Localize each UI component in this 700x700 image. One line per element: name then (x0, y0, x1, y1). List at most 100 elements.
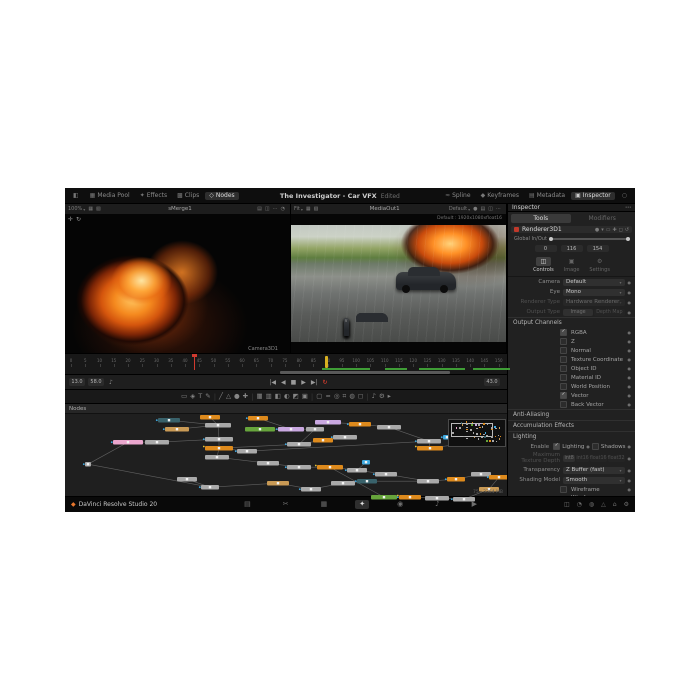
node-tool-icon[interactable]: ◈ (190, 393, 195, 400)
transport-button[interactable]: ▶| (311, 379, 318, 386)
node-color-chip[interactable] (514, 227, 519, 232)
checkbox[interactable] (560, 365, 567, 372)
section-lighting[interactable]: ∨Lighting (508, 431, 635, 442)
notifications-button[interactable]: ○ (618, 192, 631, 200)
segment-option[interactable]: Image (563, 309, 593, 316)
node-tool-icon[interactable]: ▢ (316, 393, 322, 400)
transport-button[interactable]: |◀ (269, 379, 276, 386)
viewer-icon[interactable]: ▦ (306, 206, 311, 212)
viewer-icon[interactable]: ▦ (88, 206, 93, 212)
keyframe-dot[interactable]: ● (628, 487, 632, 492)
keyframe-dot[interactable]: ● (628, 339, 632, 344)
checkbox[interactable] (560, 383, 567, 390)
checkbox[interactable] (592, 443, 599, 450)
node-input-dot[interactable] (441, 436, 443, 438)
keyframe-dot[interactable]: ● (628, 300, 632, 305)
param-dropdown[interactable]: Hardware Renderer▾ (563, 299, 625, 306)
segment-option[interactable]: float32 (608, 455, 625, 462)
node-input-dot[interactable] (445, 478, 447, 480)
keyframe-dot[interactable]: ● (628, 402, 632, 407)
node-tool-icon[interactable]: ◎ (334, 393, 340, 400)
timeline-ruler[interactable]: 0510152025303540455055606570758085909510… (65, 353, 507, 374)
inspector-tab-tools[interactable]: Tools (511, 214, 571, 223)
viewport-tool-icon[interactable]: ↻ (76, 216, 81, 223)
node-input-dot[interactable] (345, 469, 347, 471)
ui-layout-button[interactable]: ◧ (69, 192, 83, 200)
node-mask-dot[interactable] (203, 446, 205, 448)
viewer-icon[interactable]: ▤ (481, 206, 486, 212)
param-dropdown[interactable]: Default▾ (563, 279, 625, 286)
node-input-dot[interactable] (299, 488, 301, 490)
viewer-icon[interactable]: ● (473, 206, 477, 212)
inspector-tab-modifiers[interactable]: Modifiers (573, 214, 633, 223)
range-out-field[interactable]: 58.0 (88, 378, 104, 386)
node-input-dot[interactable] (199, 486, 201, 488)
node-tool-icon[interactable]: ▭ (181, 393, 187, 400)
viewer-icon[interactable]: ◫ (488, 206, 493, 212)
left-viewer-canvas[interactable]: ✛↻ Camera3D1 (65, 214, 290, 353)
slider-handle[interactable] (626, 237, 630, 241)
node-header-icon[interactable]: ◻ (619, 227, 623, 233)
node-input-dot[interactable] (163, 428, 165, 430)
viewer-icon[interactable]: ⋯ (496, 206, 501, 212)
keyframe-dot[interactable]: ● (628, 456, 632, 461)
viewer-option-icons[interactable]: ▦▧ (306, 206, 320, 212)
bottom-bar-icon[interactable]: ◫ (564, 501, 570, 508)
checkbox[interactable]: ✓ (560, 392, 567, 399)
timeline-marker[interactable] (325, 356, 328, 368)
node-tool-icon[interactable]: ◍ (349, 393, 355, 400)
param-dropdown[interactable]: Mono▾ (563, 289, 625, 296)
options-menu-icon[interactable]: ⋯ (625, 204, 631, 211)
viewer-option-icons[interactable]: ▦▧ (88, 206, 102, 212)
segment-option[interactable]: float16 (590, 455, 607, 462)
subtab-controls[interactable]: ◫Controls (533, 257, 554, 273)
section-output-channels[interactable]: ∨Output Channels (508, 317, 635, 328)
toolbar-button-nodes[interactable]: ◇Nodes (205, 192, 238, 200)
global-in-out-value[interactable]: 116 (561, 245, 583, 252)
param-dropdown[interactable]: Smooth▾ (563, 477, 625, 484)
node-header-icon[interactable]: ● (595, 227, 599, 233)
bottom-bar-icon[interactable]: ◔ (577, 501, 582, 508)
bottom-bar-icon[interactable]: △ (601, 501, 606, 508)
viewer-icon[interactable]: ▧ (96, 206, 101, 212)
viewer-display-icons[interactable]: ▤◫⋯◔ (257, 206, 287, 212)
viewer-icon[interactable]: ⋯ (273, 206, 278, 212)
node-tool-icon[interactable]: △ (226, 393, 231, 400)
keyframe-dot[interactable]: ● (628, 366, 632, 371)
bottom-bar-icon[interactable]: ◍ (589, 501, 594, 508)
toolbar-button-metadata[interactable]: ▤Metadata (525, 192, 569, 200)
keyframe-dot[interactable]: ● (628, 348, 632, 353)
bottom-bar-icon[interactable]: ⚙ (624, 501, 629, 508)
toolbar-button-clips[interactable]: ▩Clips (173, 192, 203, 200)
segment-option[interactable]: int16 (576, 455, 588, 462)
node-mask-dot[interactable] (415, 446, 417, 448)
node-tool-icon[interactable]: ✎ (205, 393, 210, 400)
param-dropdown[interactable]: Z Buffer (fast)▾ (563, 467, 625, 474)
keyframe-dot[interactable]: ● (628, 468, 632, 473)
node-input-dot[interactable] (83, 463, 85, 465)
viewer-icon[interactable]: ◫ (265, 206, 270, 212)
node-tool-icon[interactable]: ⌗ (343, 393, 347, 400)
checkbox[interactable] (560, 356, 567, 363)
keyframe-dot[interactable]: ● (628, 290, 632, 295)
node-input-dot[interactable] (285, 466, 287, 468)
node-input-dot[interactable] (203, 438, 205, 440)
checkbox[interactable] (560, 347, 567, 354)
zoom-dropdown[interactable]: 100%▾ (68, 206, 85, 212)
keyframe-dot[interactable]: ● (628, 478, 632, 483)
node-tool-icon[interactable]: ◻ (358, 393, 363, 400)
right-viewer-canvas[interactable]: Default : 1920x1080xfloat16 (291, 214, 506, 353)
node-tool-icon[interactable]: ♪ (372, 393, 376, 400)
checkbox[interactable] (560, 401, 567, 408)
node-input-dot[interactable] (235, 450, 237, 452)
node-input-dot[interactable] (347, 423, 349, 425)
lut-dropdown[interactable]: Default▾ (449, 206, 470, 212)
node-tool-icon[interactable]: ◧ (275, 393, 281, 400)
keyframe-dot[interactable]: ● (628, 330, 632, 335)
viewer-icon[interactable]: ▧ (314, 206, 319, 212)
node-graph[interactable] (65, 413, 507, 507)
node-tool-icon[interactable]: ● (234, 393, 240, 400)
node-input-dot[interactable] (276, 428, 278, 430)
node-header-icon[interactable]: ↺ (625, 227, 629, 233)
toolbar-button-media-pool[interactable]: ▦Media Pool (86, 192, 134, 200)
